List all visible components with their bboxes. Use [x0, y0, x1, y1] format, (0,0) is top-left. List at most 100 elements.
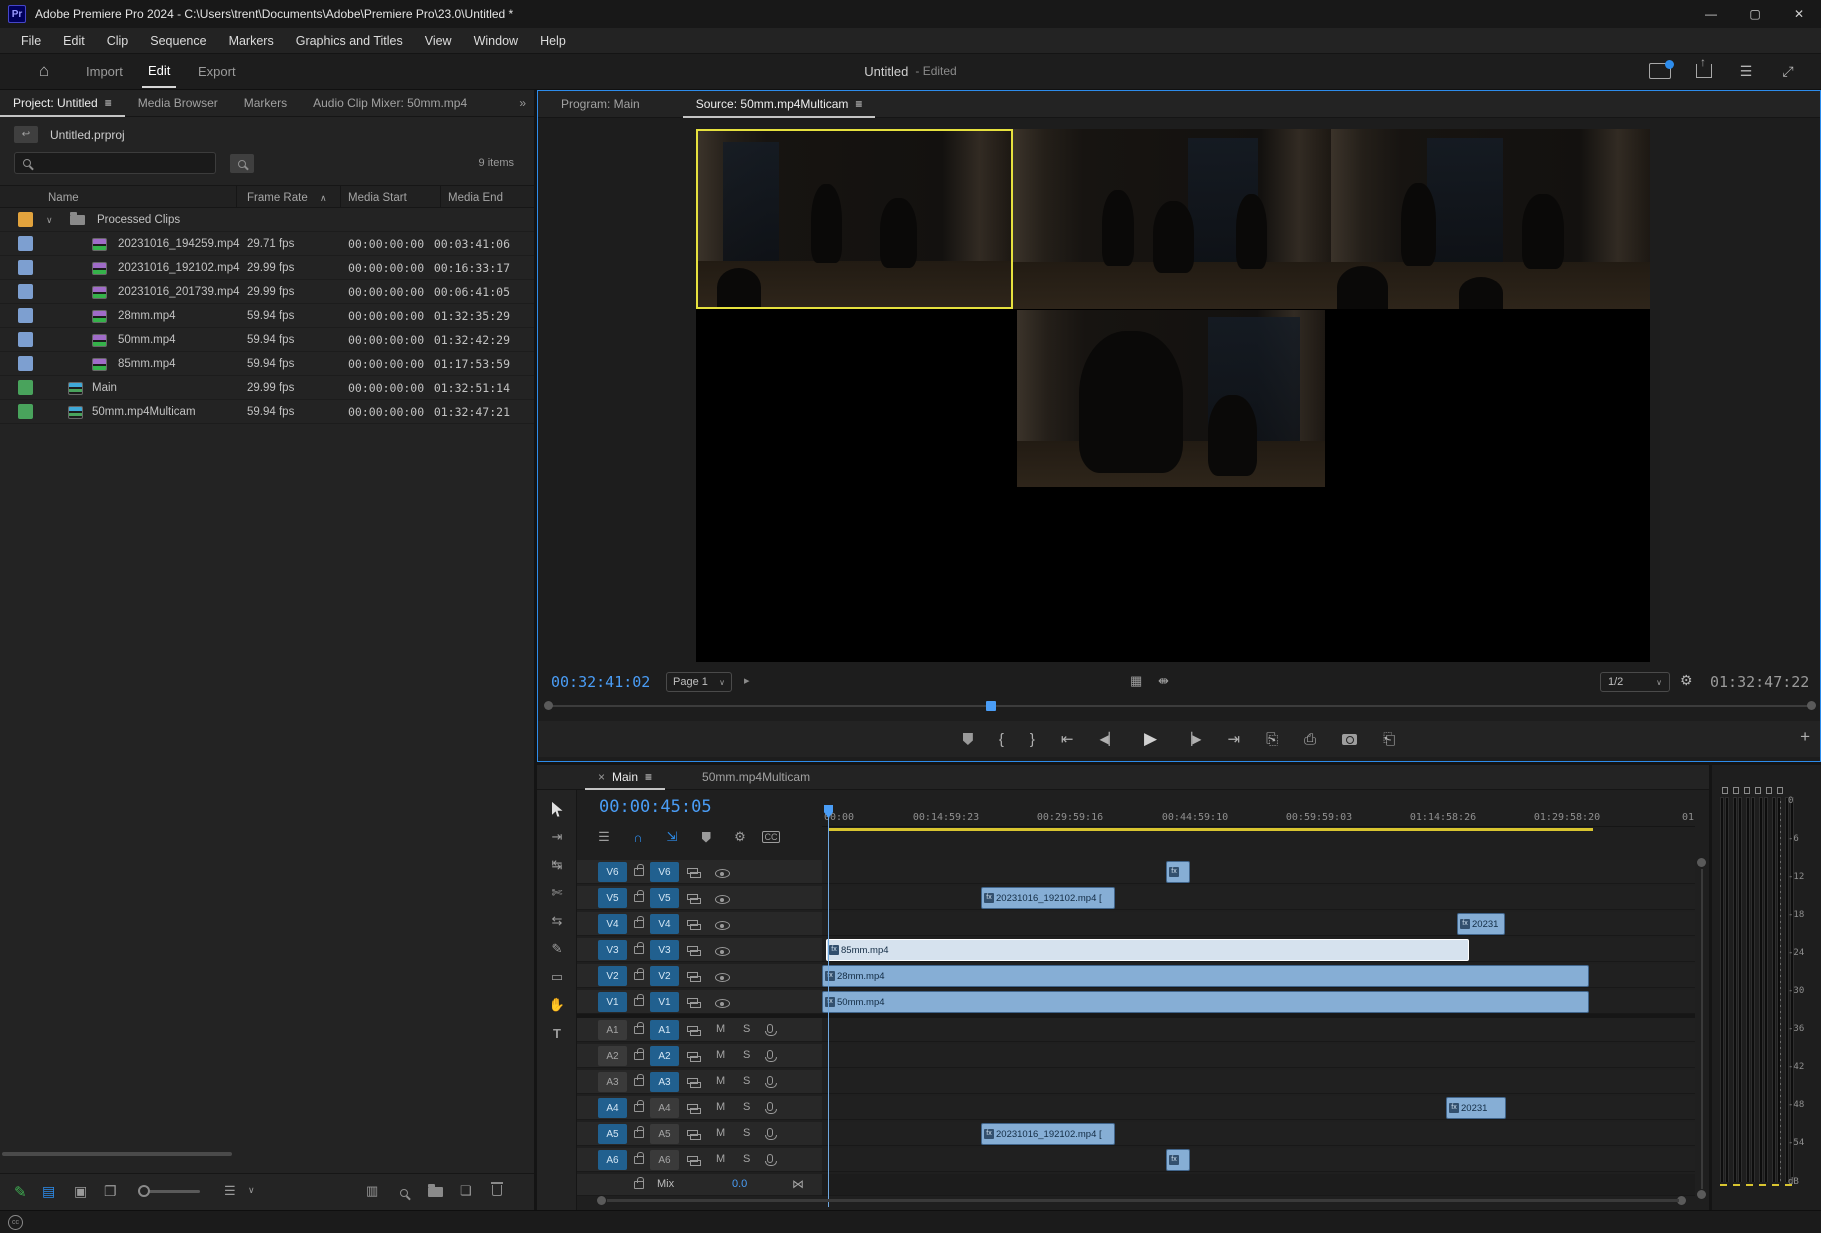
quick-export-icon[interactable] — [1692, 55, 1716, 82]
snap-magnet-icon[interactable]: ∩ — [626, 827, 650, 847]
column-media-start[interactable]: Media Start — [348, 186, 407, 210]
label-chip[interactable] — [18, 356, 33, 371]
menu-markers[interactable]: Markers — [218, 28, 285, 53]
hand-tool[interactable]: ✋ — [544, 994, 570, 1016]
track-lane-mix[interactable] — [822, 1174, 1695, 1196]
label-chip[interactable] — [18, 236, 33, 251]
solo-button[interactable]: S — [743, 1023, 750, 1035]
sort-chevron-icon[interactable]: ∨ — [248, 1185, 255, 1196]
creative-cloud-icon[interactable]: cc — [8, 1214, 23, 1230]
find-icon[interactable] — [400, 1186, 408, 1200]
icon-view-icon[interactable]: ▣ — [74, 1183, 87, 1200]
go-to-in-button[interactable]: ⇤ — [1061, 730, 1074, 748]
source-assign-a4[interactable]: A4 — [598, 1098, 627, 1118]
new-bin-icon[interactable] — [428, 1184, 443, 1200]
panel-menu-icon[interactable]: ≡ — [855, 97, 862, 111]
track-lock-icon[interactable] — [634, 1176, 644, 1192]
timeline-clip[interactable]: fx — [1166, 1149, 1190, 1171]
mute-button[interactable]: M — [716, 1127, 725, 1139]
step-forward-button[interactable]: ▕▶ — [1183, 732, 1201, 746]
multicam-view-2[interactable] — [1013, 129, 1331, 309]
timeline-playhead[interactable] — [824, 805, 833, 1207]
mute-button[interactable]: M — [716, 1075, 725, 1087]
sync-lock-icon[interactable] — [687, 1077, 701, 1091]
solo-button[interactable]: S — [743, 1049, 750, 1061]
mute-button[interactable]: M — [716, 1049, 725, 1061]
track-lock-icon[interactable] — [634, 941, 644, 957]
target-track-v4[interactable]: V4 — [650, 914, 679, 934]
timeline-clip-selected[interactable]: fx 85mm.mp4 — [826, 939, 1469, 961]
horizontal-scrollbar[interactable] — [607, 1199, 1679, 1202]
track-output-eye-icon[interactable] — [715, 867, 730, 881]
insert-button[interactable]: ⎘ — [1266, 731, 1278, 748]
track-lock-icon[interactable] — [634, 863, 644, 879]
track-output-eye-icon[interactable] — [715, 945, 730, 959]
menu-clip[interactable]: Clip — [96, 28, 140, 53]
track-lock-icon[interactable] — [634, 1021, 644, 1037]
target-track-a6[interactable]: A6 — [650, 1150, 679, 1170]
tab-sequence-main[interactable]: × Main ≡ — [585, 765, 665, 790]
track-lane-a6[interactable]: fx — [822, 1148, 1695, 1172]
track-lane-v2[interactable]: fx 28mm.mp4 — [822, 964, 1695, 988]
tab-import[interactable]: Import — [80, 54, 129, 88]
label-chip[interactable] — [18, 404, 33, 419]
sync-lock-icon[interactable] — [687, 997, 701, 1011]
monitor-scrub-bar[interactable] — [544, 699, 1816, 713]
tab-project[interactable]: Project: Untitled ≡ — [0, 90, 125, 117]
solo-button[interactable]: S — [743, 1153, 750, 1165]
label-chip[interactable] — [18, 260, 33, 275]
target-track-a4[interactable]: A4 — [650, 1098, 679, 1118]
tab-media-browser[interactable]: Media Browser — [125, 90, 231, 117]
voiceover-record-icon[interactable] — [765, 1048, 777, 1062]
track-output-eye-icon[interactable] — [715, 893, 730, 907]
vertical-scrollbar[interactable] — [1701, 869, 1703, 1189]
source-assign-v1[interactable]: V1 — [598, 992, 627, 1012]
audio-meters-panel[interactable]: 0 -6 -12 -18 -24 -30 -36 -42 -48 -54 dB — [1712, 765, 1821, 1210]
target-track-v5[interactable]: V5 — [650, 888, 679, 908]
new-item-icon[interactable]: ❏ — [460, 1183, 472, 1199]
minimize-button[interactable]: — — [1689, 0, 1733, 28]
tab-audio-clip-mixer[interactable]: Audio Clip Mixer: 50mm.mp4 — [300, 90, 480, 117]
track-output-eye-icon[interactable] — [715, 997, 730, 1011]
menu-edit[interactable]: Edit — [52, 28, 96, 53]
table-row-clip[interactable]: 85mm.mp4 59.94 fps 00:00:00:00 01:17:53:… — [0, 352, 534, 376]
maximize-button[interactable]: ▢ — [1733, 0, 1777, 28]
sync-lock-icon[interactable] — [687, 1103, 701, 1117]
list-view-icon[interactable]: ▤ — [42, 1183, 55, 1200]
sync-lock-icon[interactable] — [687, 1051, 701, 1065]
vertical-scroll-top-handle[interactable] — [1697, 858, 1706, 867]
table-row-clip[interactable]: 20231016_192102.mp4 29.99 fps 00:00:00:0… — [0, 256, 534, 280]
source-assign-a1[interactable]: A1 — [598, 1020, 627, 1040]
track-lane-a5[interactable]: fx 20231016_192102.mp4 [ — [822, 1122, 1695, 1146]
razor-tool[interactable]: ✄ — [544, 882, 570, 904]
track-select-forward-tool[interactable]: ⇥ — [544, 826, 570, 848]
project-bin-path[interactable]: ↩ Untitled.prproj — [14, 126, 125, 143]
track-output-eye-icon[interactable] — [715, 919, 730, 933]
timeline-ruler[interactable]: :00:00 00:14:59:23 00:29:59:16 00:44:59:… — [822, 805, 1695, 827]
label-chip[interactable] — [18, 380, 33, 395]
menu-view[interactable]: View — [414, 28, 463, 53]
project-horizontal-scrollbar[interactable] — [2, 1152, 232, 1156]
zoom-level-dropdown[interactable]: 1/2 ∨ — [1600, 672, 1670, 692]
drag-video-audio-button[interactable]: ⎗ — [1383, 731, 1395, 748]
source-assign-v2[interactable]: V2 — [598, 966, 627, 986]
table-row-clip[interactable]: 20231016_201739.mp4 29.99 fps 00:00:00:0… — [0, 280, 534, 304]
menu-window[interactable]: Window — [463, 28, 529, 53]
voiceover-record-icon[interactable] — [765, 1100, 777, 1114]
mark-in-button[interactable]: { — [999, 731, 1004, 748]
monitor-fit-icon[interactable]: ⇼ — [1158, 673, 1169, 689]
sync-lock-icon[interactable] — [687, 945, 701, 959]
freeform-view-icon[interactable]: ❐ — [104, 1183, 117, 1200]
close-button[interactable]: ✕ — [1777, 0, 1821, 28]
bowtie-icon[interactable]: ⋈ — [792, 1177, 804, 1191]
multicam-view-4[interactable] — [1017, 310, 1325, 487]
track-lane-a1[interactable] — [822, 1018, 1695, 1042]
button-editor-plus-icon[interactable]: + — [1800, 727, 1810, 747]
track-lane-v5[interactable]: fx 20231016_192102.mp4 [ — [822, 886, 1695, 910]
label-chip[interactable] — [18, 332, 33, 347]
track-lane-v3[interactable]: fx 85mm.mp4 — [822, 938, 1695, 962]
workspaces-icon[interactable]: ☰ — [1734, 60, 1758, 82]
sort-ascending-icon[interactable]: ∧ — [320, 186, 327, 210]
column-name[interactable]: Name — [48, 186, 79, 210]
voiceover-record-icon[interactable] — [765, 1152, 777, 1166]
